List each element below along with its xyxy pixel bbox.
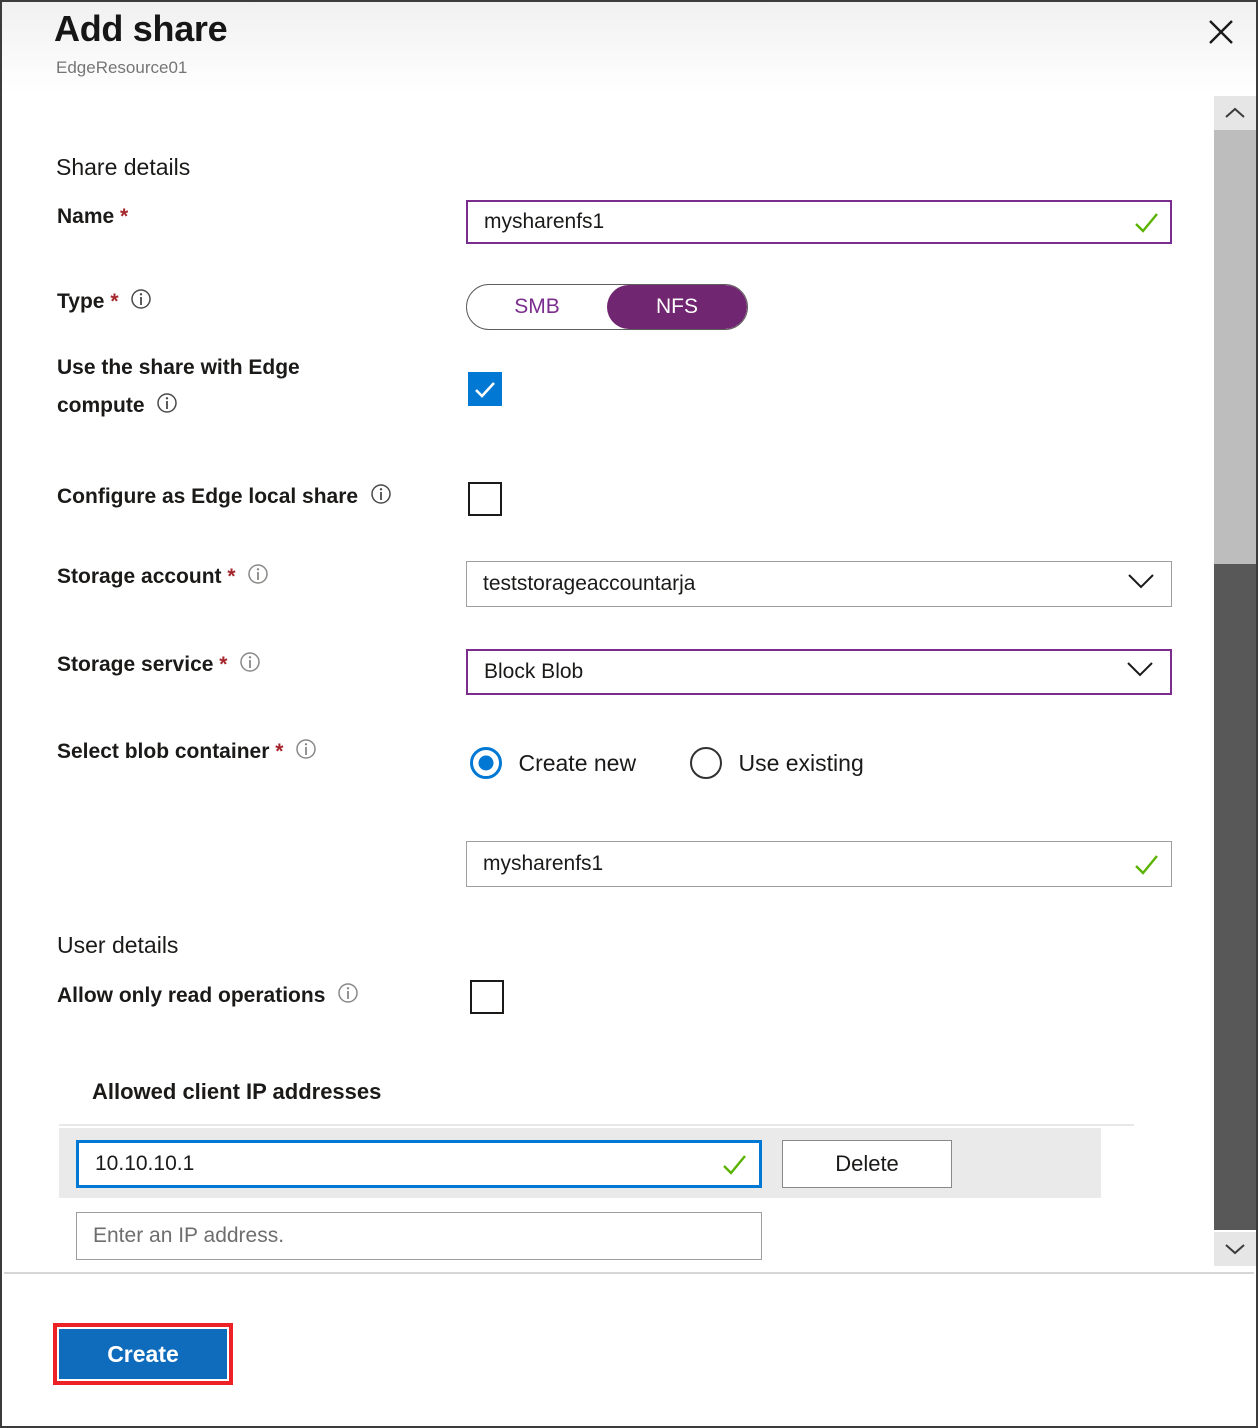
page-subtitle: EdgeResource01 xyxy=(56,58,187,78)
share-type-option-nfs[interactable]: NFS xyxy=(607,285,747,329)
label-use-edge-compute: Use the share with Edge compute xyxy=(57,349,300,427)
required-asterisk-blob-container: * xyxy=(275,740,283,763)
required-asterisk-storage-service: * xyxy=(219,653,227,676)
footer-divider xyxy=(4,1272,1254,1274)
share-type-option-smb[interactable]: SMB xyxy=(467,285,607,329)
ip-address-input-1[interactable] xyxy=(76,1140,762,1188)
radio-button-indicator xyxy=(470,747,502,779)
info-icon-edge-local-share[interactable] xyxy=(370,481,392,517)
allowed-ips-divider xyxy=(59,1124,1134,1126)
label-storage-service: Storage service * xyxy=(57,647,261,685)
info-icon-type[interactable] xyxy=(130,286,152,322)
info-icon-storage-account[interactable] xyxy=(247,561,269,597)
ip-address-input-2[interactable] xyxy=(76,1212,762,1260)
close-icon xyxy=(1200,17,1242,47)
checkbox-allow-only-read[interactable] xyxy=(470,980,504,1014)
scrollbar-thumb[interactable] xyxy=(1214,564,1256,1230)
blade-header: Add share EdgeResource01 xyxy=(2,2,1256,94)
share-name-input[interactable] xyxy=(466,200,1172,244)
close-button[interactable] xyxy=(1200,12,1242,52)
info-icon-read-only[interactable] xyxy=(337,980,359,1016)
vertical-scrollbar[interactable] xyxy=(1214,96,1256,1266)
create-button[interactable]: Create xyxy=(59,1329,227,1379)
blob-container-name-input[interactable] xyxy=(466,841,1172,887)
radio-use-existing[interactable]: Use existing xyxy=(690,747,864,779)
page-title: Add share xyxy=(54,8,227,50)
info-icon-edge-compute[interactable] xyxy=(156,389,178,427)
chevron-up-icon xyxy=(1214,107,1256,119)
chevron-down-icon xyxy=(1127,572,1155,596)
label-storage-account: Storage account * xyxy=(57,559,269,597)
label-type: Type * xyxy=(57,284,152,322)
info-icon-storage-service[interactable] xyxy=(239,649,261,685)
label-blob-container: Select blob container * xyxy=(57,734,317,772)
radio-create-new[interactable]: Create new xyxy=(470,747,636,779)
info-icon-blob-container[interactable] xyxy=(295,736,317,772)
radio-create-new-label: Create new xyxy=(518,750,636,777)
chevron-down-icon xyxy=(1214,1243,1256,1255)
storage-service-value: Block Blob xyxy=(484,660,583,684)
required-asterisk-storage-account: * xyxy=(227,565,235,588)
scroll-up-button[interactable] xyxy=(1214,96,1256,130)
storage-service-select[interactable]: Block Blob xyxy=(466,649,1172,695)
required-asterisk-type: * xyxy=(110,290,118,313)
radio-use-existing-label: Use existing xyxy=(738,750,863,777)
label-edge-local-share: Configure as Edge local share xyxy=(57,479,392,517)
scroll-down-button[interactable] xyxy=(1214,1232,1256,1266)
required-asterisk-name: * xyxy=(120,205,128,228)
section-heading-share-details: Share details xyxy=(56,154,190,181)
add-share-blade: Add share EdgeResource01 Share details N… xyxy=(0,0,1258,1428)
storage-account-value: teststorageaccountarja xyxy=(483,572,695,596)
delete-ip-button-1[interactable]: Delete xyxy=(782,1140,952,1188)
label-read-only: Allow only read operations xyxy=(57,978,359,1016)
chevron-down-icon xyxy=(1126,660,1154,684)
blade-content: Share details Name * Type * SMB NFS xyxy=(4,94,1216,1272)
radio-button-indicator xyxy=(690,747,722,779)
allowed-ips-heading: Allowed client IP addresses xyxy=(92,1079,381,1105)
label-name: Name * xyxy=(57,199,128,235)
storage-account-select[interactable]: teststorageaccountarja xyxy=(466,561,1172,607)
section-heading-user-details: User details xyxy=(57,932,178,959)
checkbox-use-edge-compute[interactable] xyxy=(468,372,502,406)
scrollbar-track-upper[interactable] xyxy=(1214,130,1256,564)
checkmark-icon xyxy=(470,379,500,401)
checkbox-edge-local-share[interactable] xyxy=(468,482,502,516)
share-type-toggle[interactable]: SMB NFS xyxy=(466,284,748,330)
